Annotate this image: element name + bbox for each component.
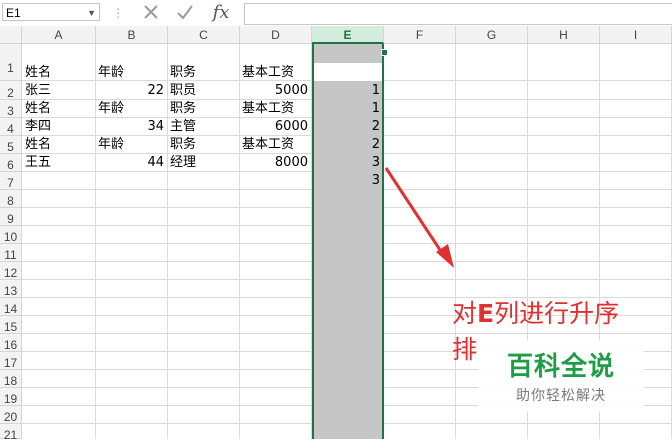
row-header-1[interactable]: 1 <box>0 44 22 81</box>
cell-c2[interactable]: 职员 <box>170 82 196 100</box>
cell-d3[interactable]: 基本工资 <box>242 100 294 118</box>
row-header-5[interactable]: 5 <box>0 136 22 154</box>
cell-e6[interactable]: 3 <box>316 154 380 172</box>
select-all-corner[interactable] <box>0 26 22 44</box>
cell-c6[interactable]: 经理 <box>170 154 196 172</box>
cell-b3[interactable]: 年龄 <box>98 100 124 118</box>
enter-check-icon[interactable] <box>172 1 198 23</box>
formula-input[interactable] <box>244 3 672 25</box>
column-header-b[interactable]: B <box>96 26 168 44</box>
cell-a5[interactable]: 姓名 <box>25 136 51 154</box>
name-box-value: E1 <box>6 6 21 20</box>
cell-a1[interactable]: 姓名 <box>25 64 51 82</box>
row-header-16[interactable]: 16 <box>0 334 22 352</box>
formula-bar-grip-icon: ⋮ <box>112 6 124 20</box>
gridline <box>239 44 240 439</box>
cell-a3[interactable]: 姓名 <box>25 100 51 118</box>
name-box[interactable]: E1 ▼ <box>2 3 100 21</box>
gridline <box>95 44 96 439</box>
chevron-down-icon[interactable]: ▼ <box>87 4 96 22</box>
cell-b4[interactable]: 34 <box>98 118 164 136</box>
cancel-icon[interactable] <box>138 1 164 23</box>
fx-icon: fx <box>212 1 230 23</box>
row-header-11[interactable]: 11 <box>0 244 22 262</box>
row-header-10[interactable]: 10 <box>0 226 22 244</box>
watermark-subtitle: 助你轻松解决 <box>516 388 606 404</box>
cell-c3[interactable]: 职务 <box>170 100 196 118</box>
cell-e5[interactable]: 2 <box>316 136 380 154</box>
cell-a4[interactable]: 李四 <box>25 118 51 136</box>
cell-b5[interactable]: 年龄 <box>98 136 124 154</box>
row-header-2[interactable]: 2 <box>0 81 22 100</box>
cell-c4[interactable]: 主管 <box>170 118 196 136</box>
cell-d6[interactable]: 8000 <box>242 154 308 172</box>
cell-b2[interactable]: 22 <box>98 82 164 100</box>
annotation-text-line2: 排 <box>452 335 478 364</box>
cell-b1[interactable]: 年龄 <box>98 64 124 82</box>
annotation-line1-pre: 对 <box>452 299 478 328</box>
cell-d1[interactable]: 基本工资 <box>242 64 294 82</box>
cell-d2[interactable]: 5000 <box>242 82 308 100</box>
row-header-19[interactable]: 19 <box>0 388 22 406</box>
column-header-a[interactable]: A <box>22 26 96 44</box>
row-header-9[interactable]: 9 <box>0 208 22 226</box>
row-header-7[interactable]: 7 <box>0 172 22 190</box>
formula-bar: E1 ▼ ⋮ fx <box>0 0 672 27</box>
annotation-arrow <box>384 167 454 268</box>
row-header-20[interactable]: 20 <box>0 406 22 424</box>
row-header-8[interactable]: 8 <box>0 190 22 208</box>
gridline <box>167 44 168 439</box>
column-header-f[interactable]: F <box>384 26 456 44</box>
annotation-line1-post: 列进行升序 <box>494 299 620 328</box>
row-header-18[interactable]: 18 <box>0 370 22 388</box>
cell-b6[interactable]: 44 <box>98 154 164 172</box>
cell-a2[interactable]: 张三 <box>25 82 51 100</box>
cell-e4[interactable]: 2 <box>316 118 380 136</box>
column-header-h[interactable]: H <box>528 26 600 44</box>
watermark: 百科全说 助你轻松解决 <box>478 340 644 412</box>
cell-d5[interactable]: 基本工资 <box>242 136 294 154</box>
cell-c1[interactable]: 职务 <box>170 64 196 82</box>
fill-handle[interactable] <box>381 49 388 56</box>
row-header-3[interactable]: 3 <box>0 100 22 118</box>
annotation-line1-bold: E <box>477 299 495 328</box>
row-header-21[interactable]: 21 <box>0 424 22 442</box>
cell-e3[interactable]: 1 <box>316 100 380 118</box>
cell-e2[interactable]: 1 <box>316 82 380 100</box>
row-header-6[interactable]: 6 <box>0 154 22 172</box>
row-header-12[interactable]: 12 <box>0 262 22 280</box>
insert-function-button[interactable]: fx <box>208 1 234 23</box>
active-cell-e1[interactable] <box>314 63 382 81</box>
row-header-17[interactable]: 17 <box>0 352 22 370</box>
column-header-i[interactable]: I <box>600 26 672 44</box>
column-header-g[interactable]: G <box>456 26 528 44</box>
row-header-15[interactable]: 15 <box>0 316 22 334</box>
row-header-14[interactable]: 14 <box>0 298 22 316</box>
cell-a6[interactable]: 王五 <box>25 154 51 172</box>
annotation-text-line1: 对E列进行升序 <box>452 297 619 331</box>
cell-d4[interactable]: 6000 <box>242 118 308 136</box>
cell-c5[interactable]: 职务 <box>170 136 196 154</box>
row-header-13[interactable]: 13 <box>0 280 22 298</box>
column-header-c[interactable]: C <box>168 26 240 44</box>
column-header-d[interactable]: D <box>240 26 312 44</box>
watermark-title: 百科全说 <box>506 352 615 382</box>
cell-e7[interactable]: 3 <box>316 172 380 190</box>
row-header-4[interactable]: 4 <box>0 118 22 136</box>
column-header-e[interactable]: E <box>312 26 384 44</box>
